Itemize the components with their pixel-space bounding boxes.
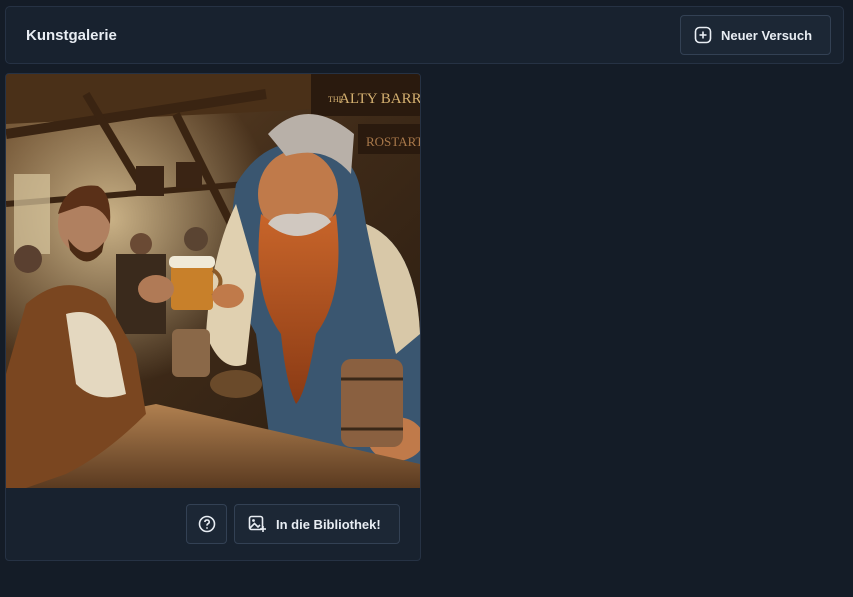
add-to-library-label: In die Bibliothek! [276, 516, 381, 532]
sign-side-text: ROSTART [366, 134, 420, 149]
artwork-card: THE ALTY BARREL ROSTART [5, 73, 421, 561]
app-header: Kunstgalerie Neuer Versuch [5, 6, 844, 64]
artwork-image[interactable]: THE ALTY BARREL ROSTART [6, 74, 420, 488]
page-title: Kunstgalerie [26, 27, 117, 44]
help-button[interactable] [186, 504, 227, 544]
plus-circle-icon [694, 26, 712, 44]
image-add-icon [248, 515, 267, 533]
new-attempt-button[interactable]: Neuer Versuch [680, 15, 831, 55]
question-circle-icon [198, 515, 216, 533]
sign-text: ALTY BARREL [339, 91, 420, 107]
add-to-library-button[interactable]: In die Bibliothek! [234, 504, 400, 544]
new-attempt-label: Neuer Versuch [721, 27, 813, 43]
